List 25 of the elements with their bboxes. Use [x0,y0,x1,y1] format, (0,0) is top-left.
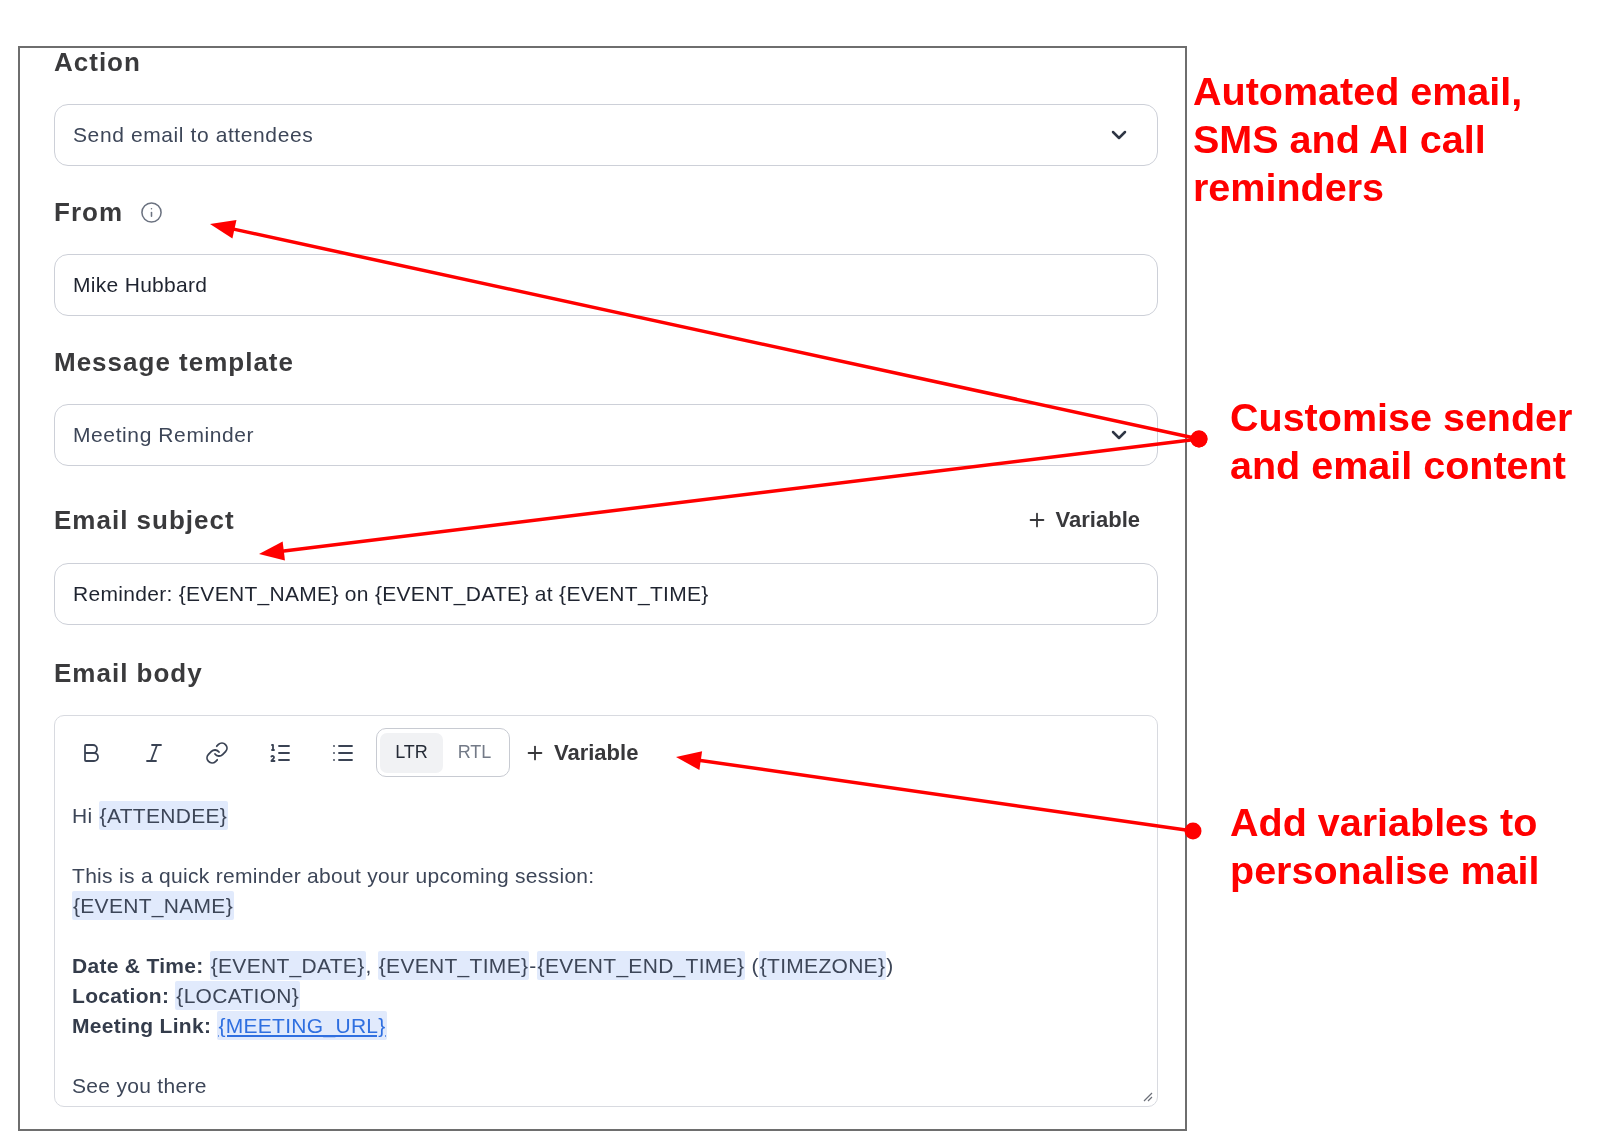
field-label: From [54,198,123,226]
field-label: Action [54,48,141,76]
dropdown-select[interactable]: Meeting Reminder [54,404,1158,466]
link-icon [205,740,229,765]
annotation-text: Automated email, SMS and AI call reminders [1193,68,1524,211]
dropdown-select[interactable]: Send email to attendees [54,104,1158,166]
annotation-text: Add variables to personalise mail [1230,799,1541,894]
resize-handle-icon[interactable] [1143,1092,1153,1102]
email-body-text: This is a quick reminder about your upcoming session: {EVENT_NAME} [72,861,1139,921]
email-body-text: Hi {ATTENDEE} [72,801,1139,831]
field-label: Message template [54,348,294,376]
add-variable-button[interactable]: Variable [516,733,647,772]
variable-link[interactable]: {MEETING_URL} [217,1011,387,1040]
text-input[interactable]: Mike Hubbard [54,254,1158,316]
email-body-editor[interactable] [54,715,1158,1107]
email-body-text: Date & Time: {EVENT_DATE}, {EVENT_TIME}-{EVENT_END_TIME} ({TIMEZONE}) Location: {LOCATION} Meeting Link: {MEETING_URL} [72,951,1139,1041]
email-body-text: See you there [72,1073,208,1099]
text-input[interactable]: Reminder: {EVENT_NAME} on {EVENT_DATE} at {EVENT_TIME} [54,563,1158,625]
field-label: Email subject [54,506,235,534]
direction-option[interactable]: LTR [380,732,443,773]
add-variable-button[interactable]: Variable [1021,501,1140,539]
direction-option[interactable]: RTL [443,732,506,773]
field-label: Email body [54,659,203,687]
annotation-text: Customise sender and email content [1230,394,1574,489]
info-icon[interactable] [140,200,163,224]
